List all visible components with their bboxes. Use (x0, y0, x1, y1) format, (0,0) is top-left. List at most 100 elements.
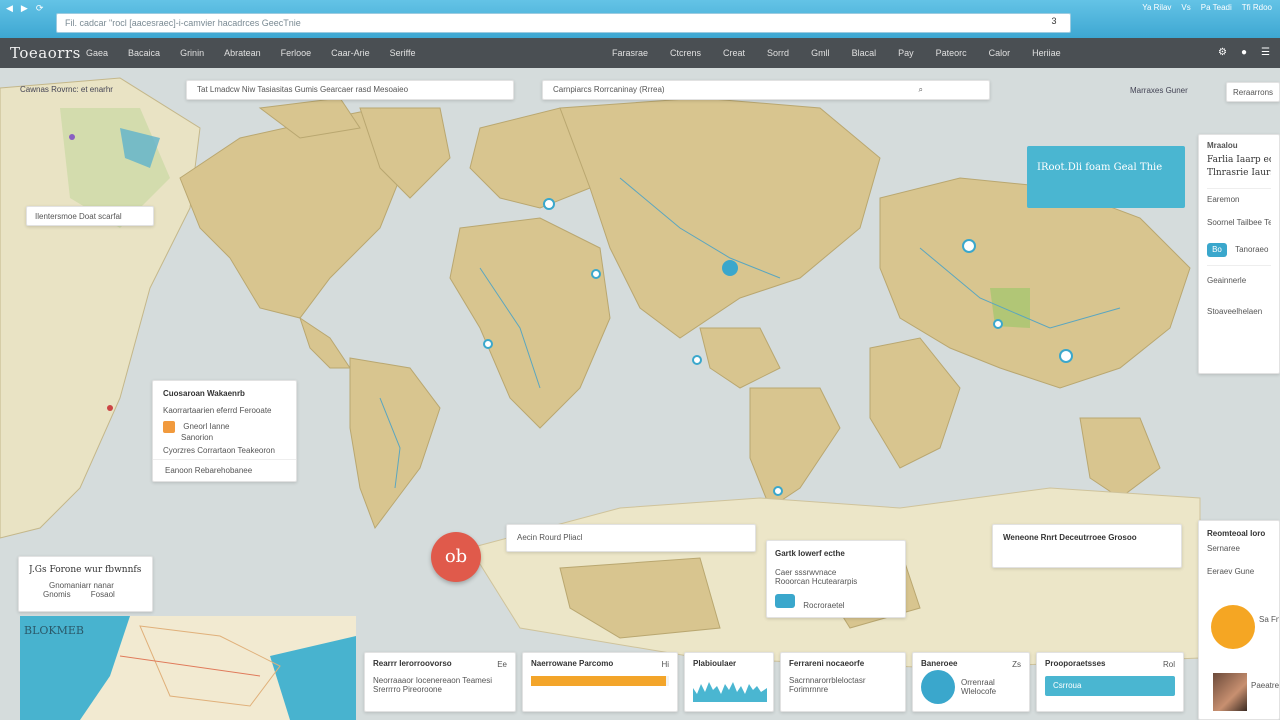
poi-detail-line-3: Rocroraetel (803, 601, 845, 610)
window-control-2[interactable]: Vs (1181, 3, 1190, 12)
secondary-menu: Farasrae Ctcrens Creat Sorrd Gmll Blacal… (612, 48, 1061, 58)
info-card-line-1: Kaorrartaarien eferrd Ferooate (163, 406, 272, 415)
menu-item-1[interactable]: Gaea (86, 48, 108, 58)
summary-card-5[interactable]: Baneroee Zs Orrenraal Wlelocofe (912, 652, 1030, 712)
stat-strip: Weneone Rnrt Deceutrroee Grosoo (992, 524, 1182, 568)
summary-card-1-badge: Ee (497, 660, 507, 669)
forward-icon[interactable]: ▶ (21, 3, 28, 14)
regional-summary-title: J.Gs Forone wur fbwnnfs (29, 565, 142, 575)
info-card-line-4: Cyorzres Corrartaon Teakeoron (163, 446, 275, 455)
place-search-text: Carnpiarcs Rorrcaninay (Rrrea) (553, 85, 665, 94)
summary-card-1-title: Rearrr Ierorroovorso (373, 659, 452, 668)
summary-card-1[interactable]: Rearrr Ierorroovorso Ee Neorraaaor Iocen… (364, 652, 516, 712)
details-sidebar: Mraalou Farlia Iaarp ec Stnb Tlnrasrie I… (1198, 134, 1280, 374)
window-control-4[interactable]: Tfi Rdoo (1242, 3, 1272, 12)
regional-summary-line-1: Gnomaniarr nanar (49, 581, 114, 590)
summary-card-6[interactable]: Prooporaetsses Rol Csrroua (1036, 652, 1184, 712)
menu-icon[interactable]: ☰ (1261, 47, 1270, 58)
info-card-title: Cuosaroan Wakaenrb (163, 389, 245, 398)
app-logo[interactable]: Toeaorrs (10, 44, 81, 62)
details-heading-2: Tlnrasrie Iaurs (1207, 168, 1271, 178)
mini-map[interactable]: BLOKMEB (20, 616, 356, 720)
secondary-menu-item-2[interactable]: Ctcrens (670, 48, 701, 58)
secondary-menu-item-8[interactable]: Pateorc (936, 48, 967, 58)
window-control-1[interactable]: Ya Rilav (1142, 3, 1171, 12)
summary-card-3-title: Plabioulaer (693, 659, 737, 668)
location-thumbnail[interactable] (1213, 673, 1247, 711)
secondary-menu-item-1[interactable]: Farasrae (612, 48, 648, 58)
details-sub-4: Stoaveelhelaen (1207, 307, 1263, 316)
details-pill[interactable]: Bo (1207, 243, 1227, 257)
details-sub-2: Soornel Tailbee Tenfomlas (1207, 218, 1271, 227)
progress-fill (531, 676, 667, 686)
weather-line-1: Sernaree (1207, 544, 1240, 553)
poi-detail-line-1: Caer sssrwvnace (775, 568, 837, 577)
poi-detail-line-2: Rooorcan Hcuteararpis (775, 577, 858, 586)
info-card-line-3: Sanorion (181, 433, 214, 442)
location-info-card[interactable]: Cuosaroan Wakaenrb Kaorrartaarien eferrd… (152, 380, 297, 482)
summary-card-3[interactable]: Plabioulaer (684, 652, 774, 712)
summary-card-4-title: Ferrareni nocaeorfe (789, 659, 865, 668)
weather-title: Reomteoal Ioro (1207, 529, 1266, 538)
summary-card-1-line-1: Neorraaaor Iocenereaon Teamesi (373, 676, 493, 685)
menu-item-6[interactable]: Caar-Arie (331, 48, 370, 58)
place-search-input[interactable]: Carnpiarcs Rorrcaninay (Rrrea) ⌕ (542, 80, 990, 100)
regional-summary-card[interactable]: J.Gs Forone wur fbwnnfs Gnomaniarr nanar… (18, 556, 153, 612)
add-location-button[interactable]: ob (431, 532, 481, 582)
menu-item-3[interactable]: Grinin (180, 48, 204, 58)
secondary-menu-item-3[interactable]: Creat (723, 48, 745, 58)
summary-card-5-badge: Zs (1012, 660, 1021, 669)
back-icon[interactable]: ◀ (6, 3, 13, 14)
details-pill-row[interactable]: Bo Tanoraeo (1207, 243, 1271, 257)
menu-item-7[interactable]: Seriffe (390, 48, 416, 58)
secondary-menu-item-4[interactable]: Sorrd (767, 48, 789, 58)
divider (1207, 265, 1271, 266)
app-header: Toeaorrs Gaea Bacaica Grinin Abratean Fe… (0, 38, 1280, 68)
layer-label: Marraxes Guner (1130, 86, 1188, 95)
info-card-footer[interactable]: Eanoon Rebarehobanee (153, 459, 296, 481)
main-menu: Gaea Bacaica Grinin Abratean Ferlooe Caa… (86, 48, 416, 58)
route-card[interactable]: Aecin Rourd Pliacl (506, 524, 756, 552)
menu-item-2[interactable]: Bacaica (128, 48, 160, 58)
progress-bar (531, 676, 669, 686)
summary-card-2-title: Naerrowane Parcomo (531, 659, 614, 668)
location-search-input[interactable]: Tat Lmadcw Niw Tasiasitas Gumis Gearcaer… (186, 80, 514, 100)
poi-detail-pill[interactable] (775, 594, 795, 608)
menu-item-5[interactable]: Ferlooe (281, 48, 312, 58)
summary-card-6-badge: Rol (1162, 660, 1175, 669)
details-heading-1: Farlia Iaarp ec Stnb (1207, 155, 1271, 165)
url-page-number[interactable]: 3 (1043, 16, 1065, 30)
summary-card-4[interactable]: Ferrareni nocaeorfe Sacrnnarorrbleloctas… (780, 652, 906, 712)
secondary-menu-item-9[interactable]: Calor (989, 48, 1011, 58)
settings-icon[interactable]: ⚙ (1218, 47, 1227, 58)
info-card-line-2: Gneorl Ianne (183, 422, 230, 432)
summary-card-2[interactable]: Naerrowane Parcomo Hi (522, 652, 678, 712)
weather-panel: Reomteoal Ioro Sernaree Eeraev Gune Sa F… (1198, 520, 1280, 720)
summary-card-2-badge: Hi (661, 660, 669, 669)
poi-detail-row: Rocroraetel (775, 594, 897, 610)
secondary-menu-item-5[interactable]: Gmll (811, 48, 830, 58)
region-label: Ilentersmoe Doat scarfal (26, 206, 154, 226)
info-card-row: Gneorl Ianne (163, 421, 286, 433)
window-control-3[interactable]: Pa Teadi (1201, 3, 1232, 12)
coordinates-readout: Cawnas Rovrnc: et enarhr (20, 85, 113, 94)
reload-icon[interactable]: ⟳ (36, 3, 44, 14)
user-icon[interactable]: ● (1241, 47, 1247, 58)
weather-footer: Paeatrerr Nnoerfoarr (1251, 681, 1279, 690)
featured-location-card[interactable]: IRoot.Dli foam Geal Thie (1027, 146, 1185, 208)
summary-card-5-line-2: Wlelocofe (961, 687, 997, 696)
secondary-menu-item-7[interactable]: Pay (898, 48, 914, 58)
regional-summary-line-3: Fosaol (90, 590, 115, 599)
secondary-menu-item-6[interactable]: Blacal (852, 48, 877, 58)
reservations-button[interactable]: Reraarrons (1226, 82, 1280, 102)
search-icon[interactable]: ⌕ (919, 85, 923, 95)
car-icon[interactable] (921, 670, 955, 704)
header-icons: ⚙ ● ☰ (1218, 47, 1270, 58)
menu-item-4[interactable]: Abratean (224, 48, 261, 58)
summary-card-6-button[interactable]: Csrroua (1045, 676, 1175, 696)
summary-card-4-line-1: Sacrnnarorrbleloctasr (789, 676, 866, 685)
secondary-menu-item-10[interactable]: Heriiae (1032, 48, 1061, 58)
url-bar[interactable]: Fil. cadcar "rocl [aacesraec]-i-camvier … (56, 13, 1071, 33)
summary-card-4-line-2: Forimrnnre (789, 685, 829, 694)
poi-detail-card[interactable]: Gartk Iowerf ecthe Caer sssrwvnace Rooor… (766, 540, 906, 618)
